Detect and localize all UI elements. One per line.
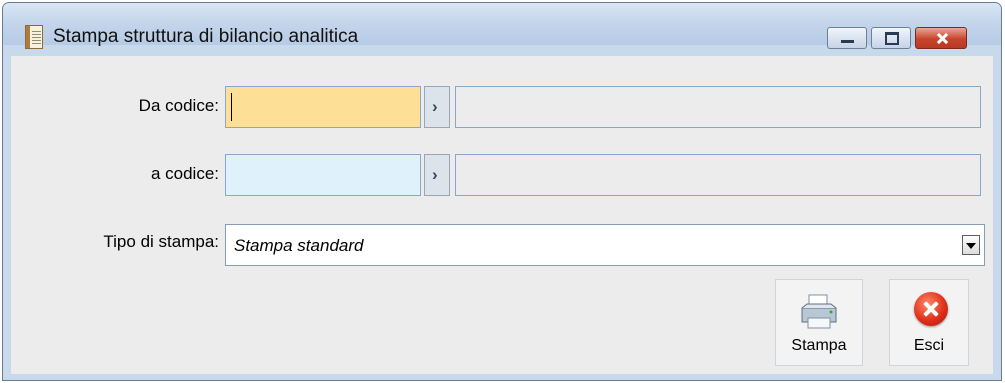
- title-bar[interactable]: Stampa struttura di bilancio analitica: [3, 3, 1001, 49]
- minimize-button[interactable]: [827, 27, 867, 49]
- window-title: Stampa struttura di bilancio analitica: [53, 26, 359, 47]
- text-caret: [231, 93, 232, 121]
- chevron-right-icon: ›: [432, 165, 438, 184]
- stampa-button[interactable]: Stampa: [775, 279, 863, 366]
- a-codice-label: a codice:: [150, 164, 219, 183]
- printer-icon: [801, 294, 837, 329]
- da-codice-input[interactable]: [225, 86, 421, 128]
- tipo-stampa-selected: Stampa standard: [234, 236, 364, 255]
- da-codice-label: Da codice:: [138, 96, 219, 115]
- da-codice-zoom-button[interactable]: ›: [424, 86, 450, 128]
- dialog-body: Da codice: › a codice: › Tipo di stampa:…: [11, 56, 993, 374]
- a-codice-description-field: [455, 154, 981, 196]
- esci-button[interactable]: Esci: [889, 279, 969, 366]
- tipo-stampa-select[interactable]: Stampa standard: [225, 224, 985, 266]
- maximize-button[interactable]: [871, 27, 911, 49]
- a-codice-zoom-button[interactable]: ›: [424, 154, 450, 196]
- close-button[interactable]: [915, 27, 967, 49]
- da-codice-description-field: [455, 86, 981, 128]
- dropdown-arrow-icon[interactable]: [962, 235, 980, 255]
- a-codice-input[interactable]: [225, 154, 421, 196]
- esci-button-label: Esci: [913, 337, 945, 354]
- chevron-right-icon: ›: [432, 97, 438, 116]
- stampa-button-label: Stampa: [791, 337, 847, 354]
- tipo-stampa-label: Tipo di stampa:: [103, 232, 219, 251]
- dialog-window: Stampa struttura di bilancio analitica D…: [2, 2, 1002, 381]
- report-document-icon: [25, 25, 43, 49]
- exit-icon: [914, 292, 948, 326]
